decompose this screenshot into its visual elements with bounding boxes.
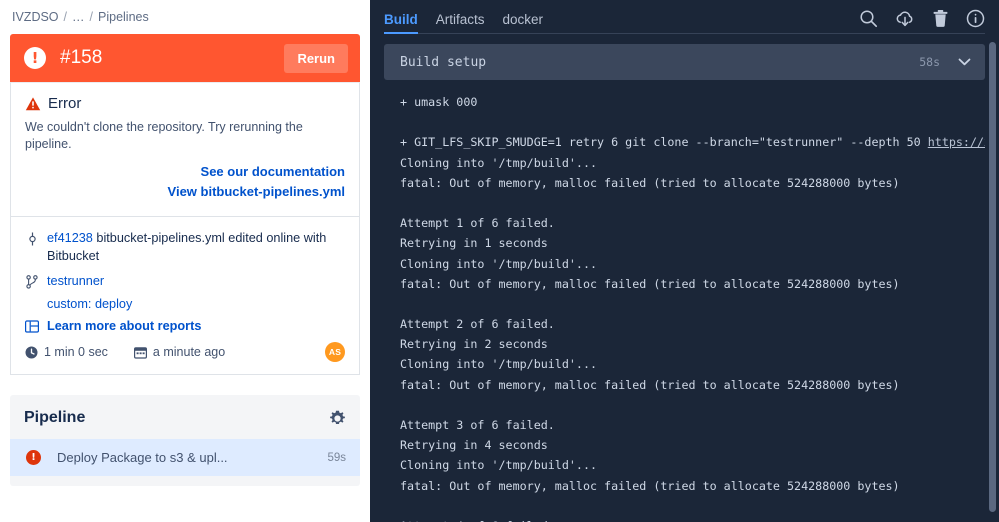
log-step-duration: 58s xyxy=(919,55,940,69)
step-name: Deploy Package to s3 & upl... xyxy=(57,450,228,466)
log-blank-line xyxy=(400,395,985,415)
log-blank-line xyxy=(400,496,985,516)
error-card: Error We couldn't clone the repository. … xyxy=(10,82,360,218)
log-line: Attempt 2 of 6 failed. xyxy=(400,317,555,332)
breadcrumb-item-pipelines[interactable]: Pipelines xyxy=(98,10,149,24)
info-icon[interactable] xyxy=(966,9,985,28)
breadcrumb: IVZDSO / … / Pipelines xyxy=(10,0,360,34)
view-bitbucket-pipelines-yml-link[interactable]: View bitbucket-pipelines.yml xyxy=(25,182,345,202)
step-duration: 59s xyxy=(327,451,346,464)
duration-group: 1 min 0 sec xyxy=(25,345,108,359)
breadcrumb-item-ellipsis[interactable]: … xyxy=(72,10,85,24)
log-line: Cloning into '/tmp/build'... xyxy=(400,357,598,372)
log-line: Retrying in 4 seconds xyxy=(400,438,548,453)
log-line: Cloning into '/tmp/build'... xyxy=(400,256,598,271)
reports-row: Learn more about reports xyxy=(25,319,345,333)
log-toolbar-icons xyxy=(859,9,985,34)
error-exclamation-icon: ! xyxy=(24,47,46,69)
log-blank-line xyxy=(400,112,985,132)
calendar-icon xyxy=(133,347,147,359)
trash-icon[interactable] xyxy=(932,9,949,28)
breadcrumb-separator: / xyxy=(63,10,68,24)
log-area: Build setup 58s + umask 000 + GIT_LFS_SKI… xyxy=(370,34,999,522)
pipeline-target-row: custom: deploy xyxy=(25,297,345,311)
commit-hash-link[interactable]: ef41238 xyxy=(47,231,93,245)
breadcrumb-separator-2: / xyxy=(89,10,94,24)
clock-icon xyxy=(25,346,38,359)
relative-time: a minute ago xyxy=(152,345,226,360)
log-line: Attempt 4 of 6 failed. xyxy=(400,516,985,522)
error-title-row: Error xyxy=(25,95,345,112)
tab-build[interactable]: Build xyxy=(384,12,427,34)
build-header: ! #158 Rerun xyxy=(10,34,360,82)
error-message: We couldn't clone the repository. Try re… xyxy=(25,120,303,151)
chevron-down-icon[interactable] xyxy=(958,56,971,68)
learn-more-reports-link[interactable]: Learn more about reports xyxy=(47,319,201,333)
log-output[interactable]: + umask 000 + GIT_LFS_SKIP_SMUDGE=1 retry… xyxy=(384,80,985,522)
breadcrumb-item-repo[interactable]: IVZDSO xyxy=(12,10,59,24)
pipeline-summary-panel: IVZDSO / … / Pipelines ! #158 Rerun Erro… xyxy=(0,0,370,522)
build-log-panel: Build Artifacts docker Build setup 58s +… xyxy=(370,0,999,522)
log-line: Retrying in 1 seconds xyxy=(400,236,548,251)
branch-row: testrunner xyxy=(25,273,345,291)
pipelines-page: IVZDSO / … / Pipelines ! #158 Rerun Erro… xyxy=(0,0,999,522)
reports-icon xyxy=(25,320,39,333)
log-line: Cloning into '/tmp/build'... xyxy=(400,458,598,473)
clone-url-link[interactable]: https://x-token-a xyxy=(928,135,985,149)
tab-docker[interactable]: docker xyxy=(494,12,553,34)
branch-icon xyxy=(25,273,39,289)
build-duration: 1 min 0 sec xyxy=(44,345,108,360)
log-line: Cloning into '/tmp/build'... xyxy=(400,155,598,170)
pipeline-steps-card: Pipeline ! Deploy Package to s3 & upl...… xyxy=(10,395,360,487)
commit-icon xyxy=(25,230,39,246)
log-blank-line xyxy=(400,294,985,314)
gear-icon[interactable] xyxy=(329,410,346,427)
log-scrollbar[interactable] xyxy=(989,42,996,512)
log-line: + umask 000 xyxy=(400,95,478,109)
log-step-name: Build setup xyxy=(400,54,487,70)
error-title: Error xyxy=(48,95,82,112)
pipeline-header: Pipeline xyxy=(10,395,360,439)
log-line: fatal: Out of memory, malloc failed (tri… xyxy=(400,276,900,291)
see-documentation-link[interactable]: See our documentation xyxy=(25,162,345,182)
pipeline-step-row[interactable]: ! Deploy Package to s3 & upl... 59s xyxy=(10,439,360,477)
log-tabbar: Build Artifacts docker xyxy=(370,0,999,34)
log-blank-line xyxy=(400,193,985,213)
avatar[interactable]: AS xyxy=(325,342,345,363)
commit-row: ef41238 bitbucket-pipelines.yml edited o… xyxy=(25,230,345,266)
build-meta-card: ef41238 bitbucket-pipelines.yml edited o… xyxy=(10,217,360,376)
pipeline-target-link[interactable]: custom: deploy xyxy=(47,297,132,311)
log-line: + GIT_LFS_SKIP_SMUDGE=1 retry 6 git clon… xyxy=(400,132,985,152)
tab-artifacts[interactable]: Artifacts xyxy=(427,12,494,34)
log-step-header[interactable]: Build setup 58s xyxy=(384,44,985,80)
error-links: See our documentation View bitbucket-pip… xyxy=(25,162,345,202)
warning-triangle-icon xyxy=(25,96,41,110)
search-icon[interactable] xyxy=(859,9,878,28)
relative-time-group: a minute ago xyxy=(133,345,226,360)
exclamation-glyph: ! xyxy=(31,48,39,67)
cloud-download-icon[interactable] xyxy=(895,9,915,28)
log-line: Attempt 1 of 6 failed. xyxy=(400,216,555,231)
log-line: Retrying in 2 seconds xyxy=(400,337,548,352)
pipeline-title: Pipeline xyxy=(24,409,86,427)
branch-link[interactable]: testrunner xyxy=(47,273,104,291)
log-line: Attempt 3 of 6 failed. xyxy=(400,418,555,432)
build-number: #158 xyxy=(60,47,103,68)
rerun-button[interactable]: Rerun xyxy=(284,43,348,73)
log-line: fatal: Out of memory, malloc failed (tri… xyxy=(400,478,900,493)
time-row: 1 min 0 sec a minute ago AS xyxy=(25,342,345,363)
commit-text: ef41238 bitbucket-pipelines.yml edited o… xyxy=(47,230,345,266)
step-failed-icon: ! xyxy=(26,450,41,466)
log-line: fatal: Out of memory, malloc failed (tri… xyxy=(400,377,900,392)
log-line: fatal: Out of memory, malloc failed (tri… xyxy=(400,175,900,190)
